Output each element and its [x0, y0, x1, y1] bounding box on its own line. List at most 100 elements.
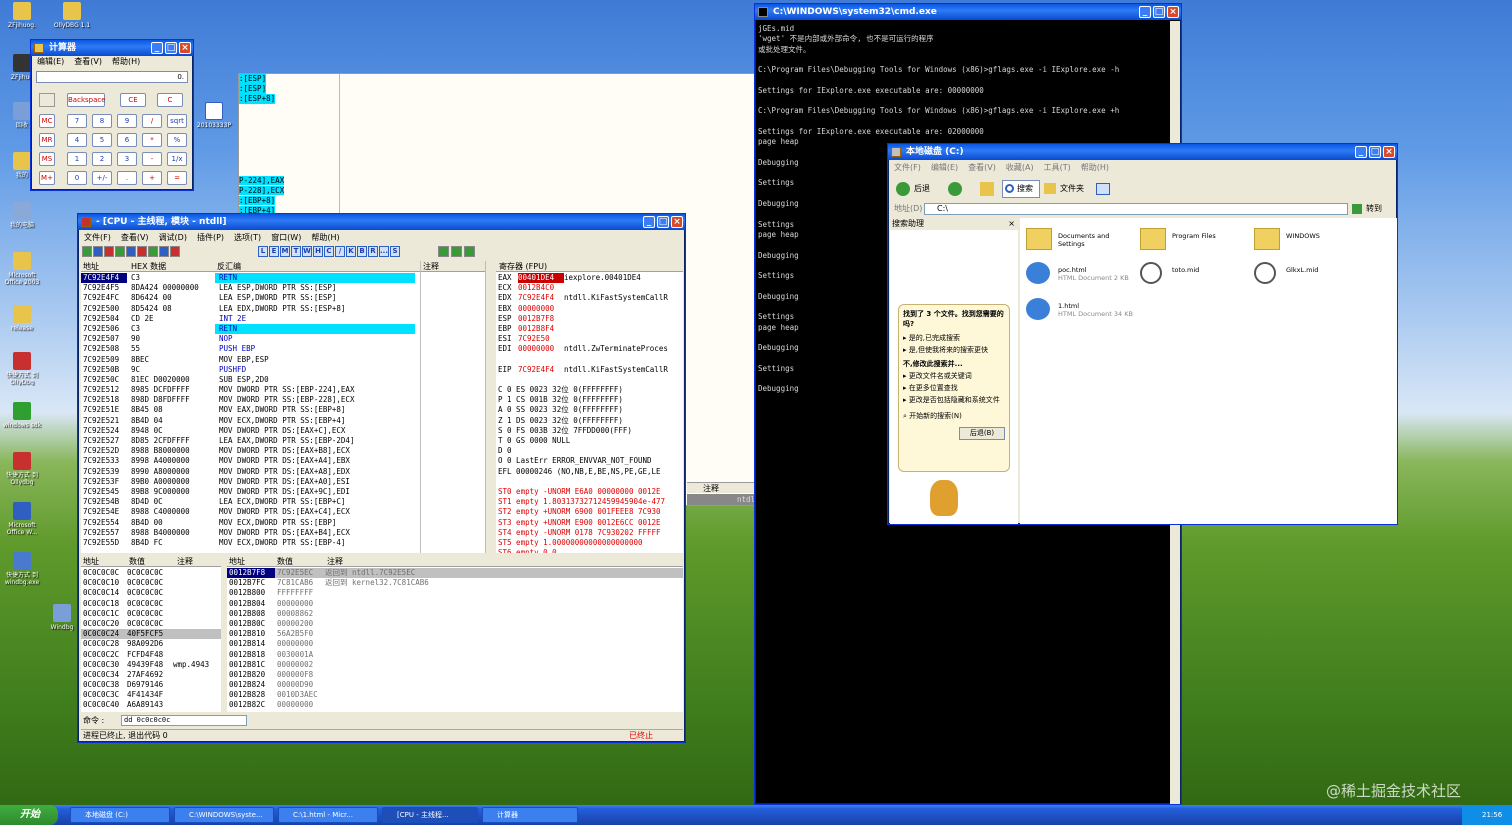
desktop-icon[interactable]: Windbg	[44, 604, 80, 631]
fpu-row[interactable]: ST2 empty +UNORM 6900 001FEEE8 7C930	[498, 507, 683, 517]
ollydbg-titlebar[interactable]: - [CPU - 主线程, 模块 - ntdll] _ □ ×	[78, 214, 685, 230]
disasm-row[interactable]: 7C92E507 90 NOP	[81, 334, 494, 344]
calc-button[interactable]: sqrt	[167, 114, 187, 128]
menu-view[interactable]: 查看(V)	[968, 163, 996, 172]
stack-row[interactable]: 0012B7F8 7C92E5EC 返回到 ntdll.7C92E5EC	[227, 568, 683, 579]
explorer-titlebar[interactable]: 本地磁盘 (C:) _ □ ×	[888, 144, 1397, 160]
disasm-row[interactable]: 7C92E50B 9C PUSHFD	[81, 365, 494, 375]
cmd-titlebar[interactable]: C:\WINDOWS\system32\cmd.exe _ □ ×	[755, 4, 1181, 20]
col-address[interactable]: 地址	[83, 261, 99, 272]
stack-row[interactable]: 0012B820 000000F8	[227, 670, 683, 680]
fpu-row[interactable]: ST6 empty 0.0	[498, 548, 683, 553]
maximize-button[interactable]: □	[657, 216, 669, 228]
disasm-row[interactable]: 7C92E54B 8D4D 0C LEA ECX,DWORD PTR SS:[EBP…	[81, 497, 494, 507]
flag-row[interactable]: D 0	[498, 446, 683, 456]
views-icon[interactable]	[1096, 183, 1110, 195]
toolbar-icon[interactable]	[464, 246, 475, 257]
register-row[interactable]: EDI 00000000 ntdll.ZwTerminateProces	[498, 344, 683, 354]
toolbar-letter-button[interactable]: E	[269, 246, 279, 257]
menu-help[interactable]: 帮助(H)	[112, 57, 140, 66]
disasm-row[interactable]: 7C92E554 8B4D 00 MOV ECX,DWORD PTR SS:[EBP…	[81, 518, 494, 528]
disasm-row[interactable]: 7C92E557 8988 B4000000 MOV DWORD PTR DS:[E…	[81, 528, 494, 538]
search-option[interactable]: ▸ 更改是否包括隐藏和系统文件	[903, 395, 1005, 405]
minimize-button[interactable]: _	[151, 42, 163, 54]
stack-row[interactable]: 0012B824 00000D90	[227, 680, 683, 690]
disasm-row[interactable]: 7C92E527 8D85 2CFDFFFF LEA EAX,DWORD PTR S…	[81, 436, 494, 446]
disasm-row[interactable]: 7C92E51E 8B45 08 MOV EAX,DWORD PTR SS:[EBP…	[81, 405, 494, 415]
disasm-row[interactable]: 7C92E524 8948 0C MOV DWORD PTR DS:[EAX+C],…	[81, 426, 494, 436]
calc-button[interactable]: -	[142, 152, 162, 166]
toolbar-icon[interactable]	[93, 246, 103, 257]
menu-view[interactable]: 查看(V)	[74, 57, 102, 66]
register-row[interactable]: EBX 00000000	[498, 304, 683, 314]
calc-button[interactable]: MS	[39, 152, 55, 166]
toolbar-letter-button[interactable]: W	[302, 246, 312, 257]
forward-icon[interactable]	[948, 182, 962, 196]
col-value[interactable]: 数值	[277, 556, 293, 567]
start-button[interactable]: 开始	[0, 805, 58, 825]
dump-pane[interactable]: 地址 数值 注释 0C0C0C0C 0C0C0C0C 0C0C0C10 0C0C0C0…	[81, 556, 221, 712]
search-option[interactable]: ▸ 是,但使我将来的搜索更快	[903, 345, 1005, 355]
taskbar-item[interactable]: C:\WINDOWS\syste...	[174, 807, 274, 823]
col-comment[interactable]: 注释	[423, 261, 439, 272]
desktop-icon[interactable]: 20103333P	[192, 102, 236, 129]
close-button[interactable]: ×	[179, 42, 191, 54]
desktop-icon[interactable]: release	[0, 305, 44, 332]
disasm-row[interactable]: 7C92E53F 89B0 A0000000 MOV DWORD PTR DS:[E…	[81, 477, 494, 487]
disasm-row[interactable]: 7C92E518 898D D8FDFFFF MOV DWORD PTR SS:[E…	[81, 395, 494, 405]
address-input[interactable]: C:\	[924, 203, 1348, 215]
col-comment[interactable]: 注释	[177, 556, 193, 567]
desktop-icon[interactable]: 我的电脑	[0, 202, 44, 229]
calc-button[interactable]: 3	[117, 152, 137, 166]
dump-row[interactable]: 0C0C0C14 0C0C0C0C	[81, 588, 221, 598]
stack-row[interactable]: 0012B7FC 7C81CAB6 返回到 kernel32.7C81CAB6	[227, 578, 683, 588]
flag-row[interactable]: P 1 CS 001B 32位 0(FFFFFFFF)	[498, 395, 683, 405]
back-button[interactable]: 后退	[914, 178, 930, 200]
menu-file[interactable]: 文件(F)	[84, 233, 111, 242]
toolbar-letter-button[interactable]: M	[280, 246, 290, 257]
disasm-row[interactable]: 7C92E521 8B4D 04 MOV ECX,DWORD PTR SS:[EBP…	[81, 416, 494, 426]
calc-button[interactable]: +	[142, 171, 162, 185]
close-button[interactable]: ×	[1383, 146, 1395, 158]
stack-row[interactable]: 0012B800 FFFFFFFF	[227, 588, 683, 598]
toolbar-letter-button[interactable]: R	[368, 246, 378, 257]
disasm-row[interactable]: 7C92E512 8985 DCFDFFFF MOV DWORD PTR SS:[E…	[81, 385, 494, 395]
toolbar-icon[interactable]	[137, 246, 147, 257]
toolbar-letter-button[interactable]: /	[335, 246, 345, 257]
dump-row[interactable]: 0C0C0C0C 0C0C0C0C	[81, 568, 221, 578]
stack-row[interactable]: 0012B80C 00000200	[227, 619, 683, 629]
disasm-row[interactable]: 7C92E50C 81EC D0020000 SUB ESP,2D0	[81, 375, 494, 385]
fpu-row[interactable]: ST3 empty +UNORM E900 0012E6CC 0012E	[498, 518, 683, 528]
fpu-row[interactable]: ST0 empty -UNORM E6A0 00000000 0012E	[498, 487, 683, 497]
stack-row[interactable]: 0012B828 0010D3AEC	[227, 690, 683, 700]
calc-button[interactable]: CE	[120, 93, 146, 107]
toolbar-letter-button[interactable]: L	[258, 246, 268, 257]
disasm-row[interactable]: 7C92E506 C3 RETN	[81, 323, 494, 335]
toolbar-icon[interactable]	[126, 246, 136, 257]
search-pane-close[interactable]: ×	[1008, 219, 1015, 228]
dump-row[interactable]: 0C0C0C18 0C0C0C0C	[81, 599, 221, 609]
disasm-row[interactable]: 7C92E545 89B8 9C000000 MOV DWORD PTR DS:[E…	[81, 487, 494, 497]
close-button[interactable]: ×	[1167, 6, 1179, 18]
calc-button[interactable]: 1/x	[167, 152, 187, 166]
disasm-scrollbar[interactable]	[485, 261, 494, 553]
menu-view[interactable]: 查看(V)	[121, 233, 149, 242]
disasm-row[interactable]: 7C92E52D 8988 B8000000 MOV DWORD PTR DS:[E…	[81, 446, 494, 456]
calc-button[interactable]: *	[142, 133, 162, 147]
calc-button[interactable]: 5	[92, 133, 112, 147]
file-item[interactable]: Program Files	[1140, 226, 1250, 256]
dump-row[interactable]: 0C0C0C30 49439F48 wmp.4943	[81, 660, 221, 670]
toolbar-letter-button[interactable]: T	[291, 246, 301, 257]
register-row[interactable]	[498, 355, 683, 365]
taskbar-item[interactable]: [CPU - 主线程...	[382, 807, 478, 823]
toolbar-letter-button[interactable]: C	[324, 246, 334, 257]
dump-row[interactable]: 0C0C0C24 40F5FCF5	[81, 629, 221, 640]
calc-button[interactable]: +/-	[92, 171, 112, 185]
menu-help[interactable]: 帮助(H)	[311, 233, 339, 242]
calc-button[interactable]: /	[142, 114, 162, 128]
disasm-row[interactable]: 7C92E508 55 PUSH EBP	[81, 344, 494, 354]
flag-row[interactable]: O 0 LastErr ERROR_ENVVAR_NOT_FOUND	[498, 456, 683, 466]
file-item[interactable]: GlkxL.mid	[1254, 260, 1364, 290]
toolbar-icon[interactable]	[451, 246, 462, 257]
stack-pane[interactable]: 地址 数值 注释 0012B7F8 7C92E5EC 返回到 ntdll.7C92E…	[227, 556, 683, 712]
